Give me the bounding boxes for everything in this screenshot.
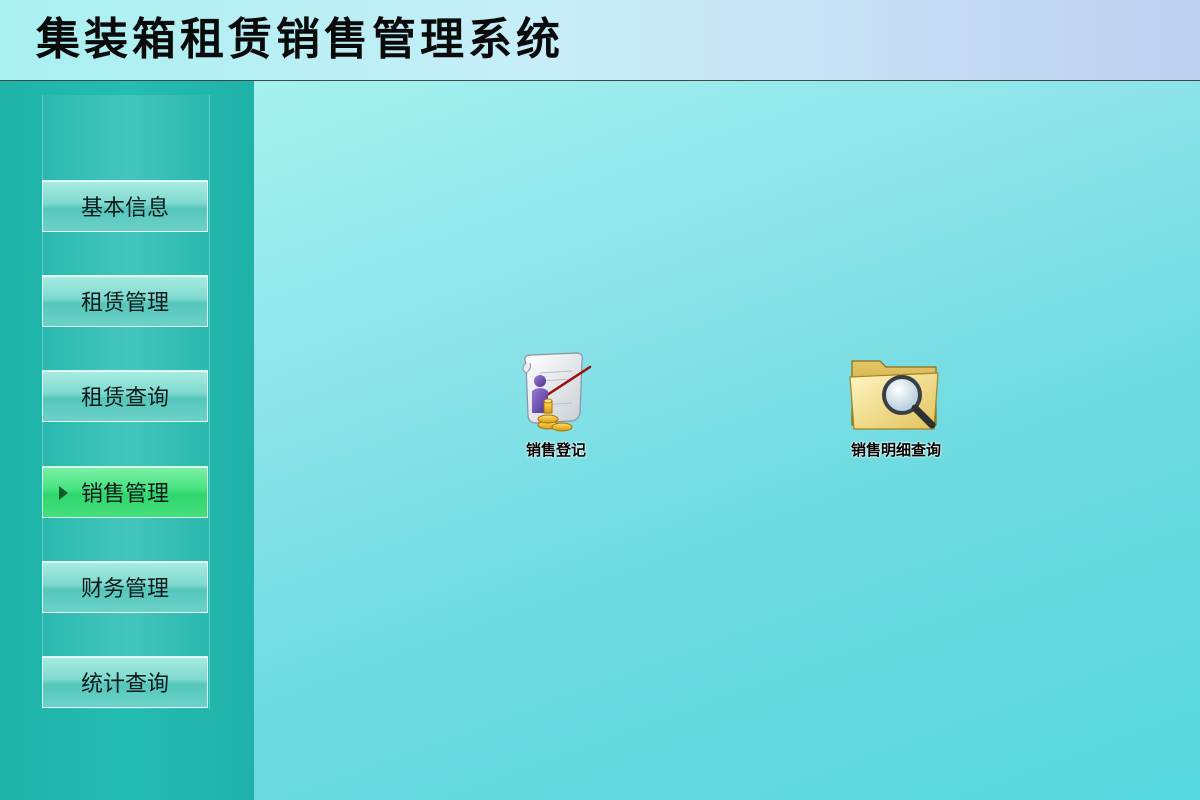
sidebar-item-lease-management[interactable]: 租赁管理: [42, 275, 208, 327]
sidebar-item-basic-info[interactable]: 基本信息: [42, 180, 208, 232]
launcher-sales-detail-query[interactable]: 销售明细查询: [846, 345, 946, 460]
sidebar-item-label: 财务管理: [80, 577, 169, 602]
launcher-label: 销售登记: [525, 441, 586, 459]
main-panel: 销售登记 销售明细查询: [254, 81, 1200, 800]
sidebar-item-label: 销售管理: [80, 482, 169, 507]
sales-register-icon: [506, 345, 606, 435]
header-bar: 集装箱租赁销售管理系统: [0, 0, 1200, 81]
folder-search-icon: [846, 345, 946, 435]
app-window: 集装箱租赁销售管理系统 基本信息 租赁管理 租赁查询 销售管理 财务管理 统计查…: [0, 0, 1200, 800]
sidebar-item-lease-query[interactable]: 租赁查询: [42, 370, 208, 422]
app-title: 集装箱租赁销售管理系统: [36, 14, 564, 65]
sidebar-item-finance-management[interactable]: 财务管理: [42, 561, 208, 613]
sidebar-item-label: 统计查询: [80, 672, 169, 697]
active-arrow-icon: [59, 486, 68, 500]
launcher-label: 销售明细查询: [850, 441, 941, 459]
sidebar-item-label: 基本信息: [80, 196, 169, 221]
sidebar-item-label: 租赁管理: [80, 291, 169, 316]
sidebar: 基本信息 租赁管理 租赁查询 销售管理 财务管理 统计查询: [0, 81, 254, 800]
sidebar-item-statistics-query[interactable]: 统计查询: [42, 656, 208, 708]
sidebar-item-label: 租赁查询: [80, 386, 169, 411]
sidebar-item-sales-management[interactable]: 销售管理: [42, 466, 208, 518]
launcher-sales-register[interactable]: 销售登记: [506, 345, 606, 460]
